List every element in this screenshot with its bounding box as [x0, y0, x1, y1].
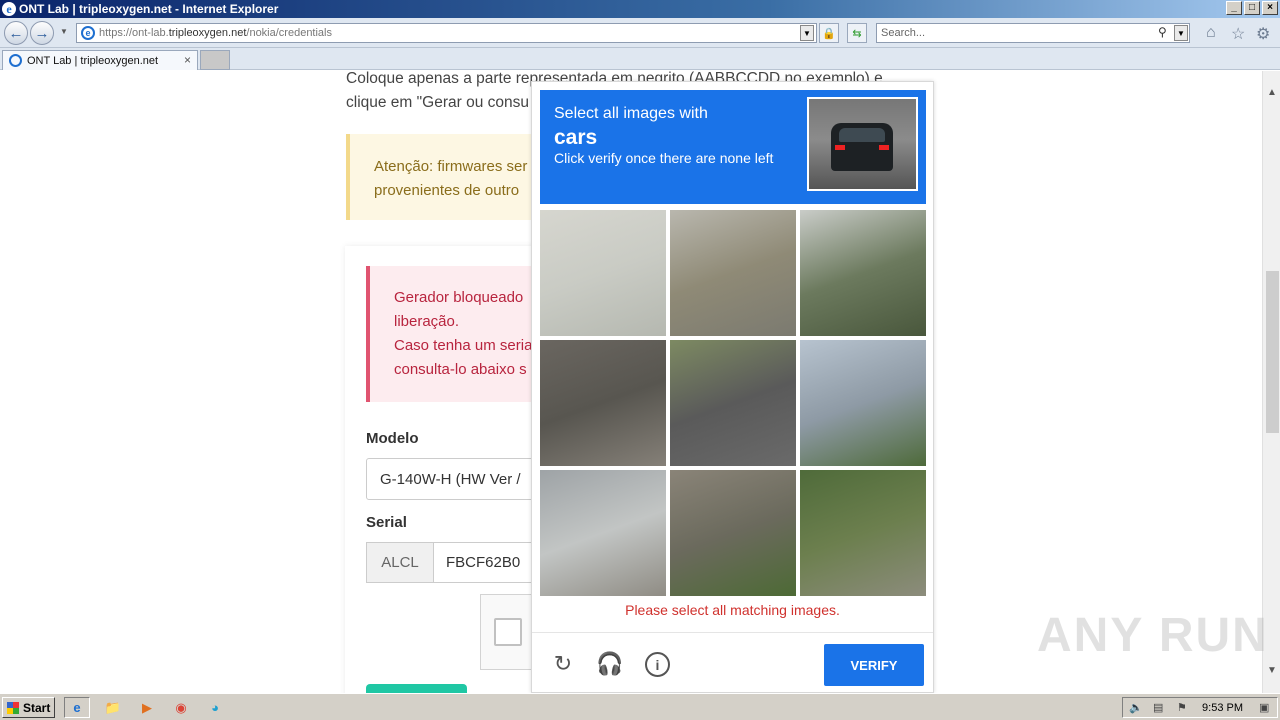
serial-prefix: ALCL	[366, 542, 434, 583]
home-icon[interactable]: ⌂	[1206, 24, 1216, 42]
address-bar[interactable]: e https://ont-lab. tripleoxygen.net/nokia…	[76, 23, 817, 43]
serial-input[interactable]: FBCF62B0	[433, 542, 546, 583]
warning-text: Atenção: firmwares ser provenientes de o…	[374, 158, 528, 199]
search-icon[interactable]: ⚲	[1158, 25, 1167, 39]
overpass-road-image[interactable]	[670, 210, 796, 336]
captcha-checkbox[interactable]	[494, 618, 522, 646]
verify-button[interactable]: VERIFY	[824, 644, 924, 686]
highway-trees-image[interactable]	[670, 470, 796, 596]
tab-ie-icon	[9, 54, 22, 67]
reload-icon[interactable]: ↻	[550, 651, 576, 677]
danger-text: Gerador bloqueado liberação. Caso tenha …	[394, 289, 533, 378]
navigation-bar: ← → ▼ e https://ont-lab. tripleoxygen.net…	[0, 18, 1280, 48]
page-scrollbar[interactable]: ▲ ▼	[1262, 71, 1280, 693]
maximize-button[interactable]: □	[1244, 1, 1260, 15]
taskbar-explorer-icon[interactable]: 📁	[100, 697, 126, 718]
warning-alert: Atenção: firmwares ser provenientes de o…	[346, 134, 546, 220]
lock-icon[interactable]: 🔒	[819, 23, 839, 43]
search-input[interactable]: Search...	[876, 23, 1190, 43]
minimize-button[interactable]: _	[1226, 1, 1242, 15]
captcha-header: Select all images with cars Click verify…	[540, 90, 926, 204]
clock[interactable]: 9:53 PM	[1202, 702, 1243, 714]
model-value: G-140W-H (HW Ver /	[380, 470, 521, 488]
search-dropdown-icon[interactable]: ▼	[1174, 25, 1188, 41]
scroll-up-icon[interactable]: ▲	[1263, 83, 1280, 101]
generate-button[interactable]	[366, 684, 467, 693]
captcha-error: Please select all matching images.	[625, 602, 840, 618]
traffic-light-image[interactable]	[800, 340, 926, 466]
gear-icon[interactable]: ⚙	[1256, 24, 1270, 44]
road-line-image[interactable]	[670, 340, 796, 466]
crosswalk-image[interactable]	[540, 340, 666, 466]
bridge-structure-image[interactable]	[540, 470, 666, 596]
scroll-down-icon[interactable]: ▼	[1263, 661, 1280, 679]
tab-close-icon[interactable]: ×	[184, 53, 191, 67]
site-ie-icon: e	[81, 26, 95, 40]
windows-flag-icon	[7, 702, 19, 714]
model-label: Modelo	[366, 430, 419, 447]
start-button[interactable]: Start	[2, 697, 55, 718]
window-titlebar: e ONT Lab | tripleoxygen.net - Internet …	[0, 0, 1280, 18]
model-select[interactable]: G-140W-H (HW Ver /	[366, 458, 546, 500]
ie-logo-icon: e	[2, 2, 16, 16]
sample-car-image	[807, 97, 918, 191]
taskbar-media-icon[interactable]: ▶	[134, 697, 160, 718]
system-tray: 🔈 ▤ ⚑ 9:53 PM ▣	[1122, 697, 1278, 718]
captcha-tile-grid	[540, 210, 926, 596]
taskbar: Start e 📁 ▶ ◉ ◕ 🔈 ▤ ⚑ 9:53 PM ▣	[0, 693, 1280, 720]
address-dropdown-icon[interactable]: ▼	[800, 25, 814, 41]
forward-icon[interactable]: →	[30, 21, 54, 45]
anyrun-watermark: ANY RUN	[1037, 609, 1269, 662]
palm-tree-image[interactable]	[800, 210, 926, 336]
info-icon[interactable]: i	[645, 652, 670, 677]
close-button[interactable]: ×	[1262, 1, 1278, 15]
url-prefix: https://ont-lab.	[99, 27, 169, 39]
audio-headphones-icon[interactable]: 🎧	[596, 651, 623, 677]
back-icon[interactable]: ←	[4, 21, 28, 45]
taskbar-ie-icon[interactable]: e	[64, 697, 90, 718]
taskbar-chrome-icon[interactable]: ◉	[168, 697, 194, 718]
action-center-flag-icon[interactable]: ⚑	[1177, 701, 1187, 714]
show-desktop-icon[interactable]: ▣	[1259, 701, 1269, 714]
captcha-subinstruction: Click verify once there are none left	[554, 150, 774, 166]
captcha-target: cars	[554, 126, 598, 149]
serial-label: Serial	[366, 514, 407, 531]
search-placeholder: Search...	[881, 27, 926, 39]
danger-alert: Gerador bloqueado liberação. Caso tenha …	[366, 266, 546, 402]
url-path: /nokia/credentials	[246, 27, 332, 39]
new-tab-button[interactable]	[200, 50, 230, 70]
bridge-bushes-image[interactable]	[800, 470, 926, 596]
refresh-icon[interactable]: ⇆	[847, 23, 867, 43]
tab-label: ONT Lab | tripleoxygen.net	[27, 54, 159, 67]
scroll-thumb[interactable]	[1266, 271, 1279, 433]
captcha-footer: ↻ 🎧 i VERIFY	[532, 632, 933, 692]
window-title: ONT Lab | tripleoxygen.net - Internet Ex…	[19, 2, 279, 16]
favorites-star-icon[interactable]: ☆	[1231, 24, 1245, 44]
start-label: Start	[23, 700, 51, 715]
captcha-challenge: Select all images with cars Click verify…	[531, 81, 934, 693]
tab-bar: ONT Lab | tripleoxygen.net ×	[0, 48, 1280, 70]
network-icon[interactable]: ▤	[1153, 701, 1163, 714]
history-dropdown-icon[interactable]: ▼	[60, 27, 68, 36]
palm-street-image[interactable]	[540, 210, 666, 336]
tab-ont-lab[interactable]: ONT Lab | tripleoxygen.net ×	[2, 50, 198, 70]
captcha-instruction: Select all images with	[554, 105, 708, 122]
taskbar-edge-icon[interactable]: ◕	[202, 697, 228, 718]
url-domain: tripleoxygen.net	[168, 27, 247, 39]
volume-icon[interactable]: 🔈	[1129, 701, 1143, 714]
